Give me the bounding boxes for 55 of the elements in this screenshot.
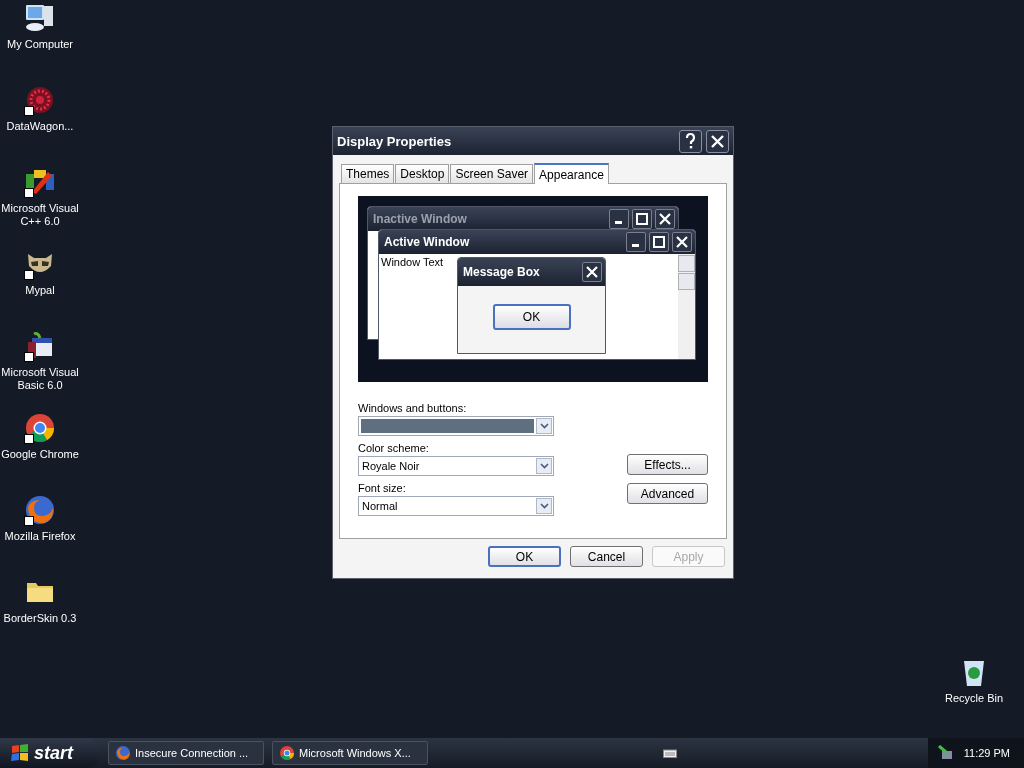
- window-title: Display Properties: [337, 133, 453, 149]
- chevron-down-icon[interactable]: [539, 503, 549, 509]
- dialog-button[interactable]: OK: [488, 546, 561, 567]
- tab[interactable]: Themes: [341, 164, 395, 183]
- close-icon[interactable]: [672, 232, 692, 252]
- tab[interactable]: Screen Saver: [450, 164, 534, 183]
- clock: 11:29 PM: [963, 747, 1010, 759]
- tab[interactable]: Appearance: [534, 163, 609, 184]
- chrome-icon: [279, 745, 295, 761]
- window-title: Message Box: [463, 265, 541, 279]
- close-icon[interactable]: [706, 129, 729, 153]
- dialog-button[interactable]: Cancel: [570, 546, 643, 567]
- close-icon[interactable]: [655, 209, 675, 229]
- window-title: Inactive Window: [373, 212, 468, 226]
- computer-icon: [24, 2, 56, 34]
- tab[interactable]: Desktop: [395, 164, 450, 183]
- dialog-button[interactable]: Effects...: [627, 454, 708, 475]
- desktop-icon-label[interactable]: Mozilla Firefox: [4, 530, 76, 543]
- window-title: Active Window: [384, 235, 471, 249]
- field-label: Font size:: [358, 482, 407, 494]
- taskbar-button[interactable]: Microsoft Windows X...: [272, 741, 428, 765]
- dropdown[interactable]: [358, 416, 554, 436]
- maximize-icon[interactable]: [632, 209, 652, 229]
- desktop-icon-label[interactable]: Recycle Bin: [944, 692, 1004, 705]
- desktop-icon-label[interactable]: Google Chrome: [1, 448, 79, 461]
- ok-button[interactable]: OK: [492, 304, 571, 330]
- desktop-icon-label[interactable]: Mypal: [25, 284, 55, 297]
- firefox-icon: [115, 745, 131, 761]
- minimize-icon[interactable]: [609, 209, 629, 229]
- keyboard-icon[interactable]: [662, 748, 677, 758]
- maximize-icon[interactable]: [649, 232, 669, 252]
- desktop-icon-label[interactable]: Microsoft Visual C++ 6.0: [0, 202, 80, 228]
- dropdown[interactable]: Normal: [358, 496, 554, 516]
- scrollbar[interactable]: [678, 254, 695, 359]
- desktop-icon-label[interactable]: My Computer: [7, 38, 73, 51]
- minimize-icon[interactable]: [626, 232, 646, 252]
- dropdown[interactable]: Royale Noir: [358, 456, 554, 476]
- window-text: Window Text: [381, 256, 444, 268]
- desktop-icon-label[interactable]: DataWagon...: [6, 120, 74, 133]
- field-label: Windows and buttons:: [358, 402, 468, 414]
- network-icon[interactable]: [937, 745, 954, 761]
- taskbar-button[interactable]: Insecure Connection ...: [108, 741, 264, 765]
- close-icon[interactable]: [582, 262, 602, 282]
- chevron-down-icon[interactable]: [539, 463, 549, 469]
- desktop-icon-label[interactable]: Microsoft Visual Basic 6.0: [0, 366, 80, 392]
- help-icon[interactable]: [679, 129, 702, 153]
- field-label: Color scheme:: [358, 442, 430, 454]
- windows-logo-icon: [10, 744, 30, 762]
- chrome-icon: [24, 412, 56, 444]
- start-button[interactable]: start: [0, 738, 100, 768]
- web-icon: [24, 84, 56, 116]
- chevron-down-icon[interactable]: [539, 423, 549, 429]
- dialog-button[interactable]: Advanced: [627, 483, 708, 504]
- firefox-icon: [24, 494, 56, 526]
- desktop-icon-label[interactable]: BorderSkin 0.3: [3, 612, 77, 625]
